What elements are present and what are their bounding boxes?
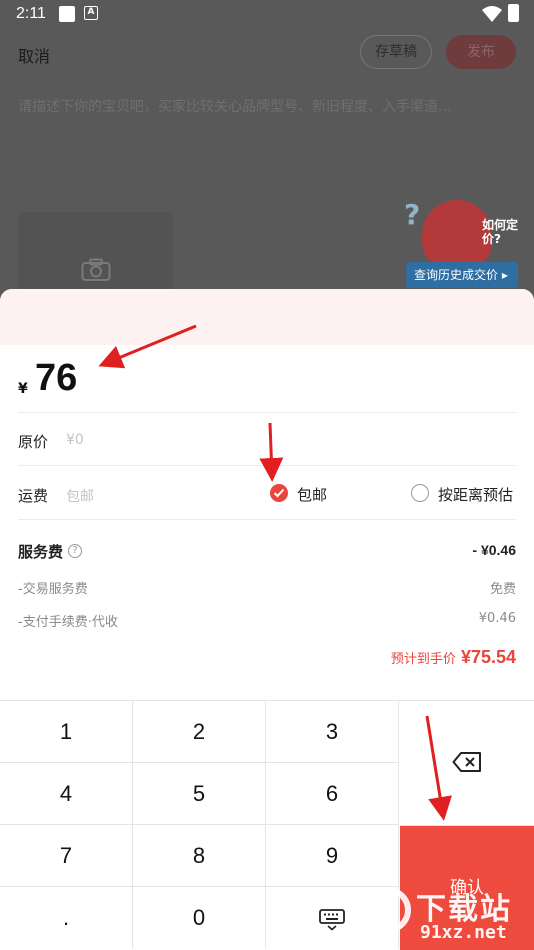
camera-icon (81, 258, 111, 281)
service-fee-title: 服务费 (18, 543, 64, 561)
key-5[interactable]: 5 (133, 763, 266, 825)
post-item-page: 2:11 A 取消 存草稿 发布 请描述下你的宝贝吧，买家比较关心品牌型号、新旧… (0, 0, 534, 300)
question-mark-icon: ? (404, 198, 421, 231)
price-history-button[interactable]: 查询历史成交价 ▸ (406, 262, 518, 288)
service-fee-total: - ¥0.46 (472, 542, 516, 558)
original-price-label: 原价 (18, 433, 49, 451)
key-4[interactable]: 4 (0, 763, 133, 825)
transaction-fee-label: -交易服务费 (18, 582, 88, 597)
key-7[interactable]: 7 (0, 825, 133, 887)
key-1[interactable]: 1 (0, 701, 133, 763)
free-shipping-label[interactable]: 包邮 (297, 484, 327, 505)
net-price-amount: ¥75.54 (460, 647, 516, 667)
key-3[interactable]: 3 (266, 701, 399, 763)
key-dot[interactable]: . (0, 887, 133, 949)
distance-estimate-radio[interactable] (411, 484, 429, 502)
status-bar: 2:11 A (0, 0, 534, 28)
notification-a-icon: A (84, 6, 98, 20)
price-value: 76 (35, 357, 78, 399)
shipping-label: 运费 (18, 487, 49, 505)
distance-estimate-label[interactable]: 按距离预估 (438, 484, 513, 505)
key-0[interactable]: 0 (133, 887, 266, 949)
payment-fee-value: ¥0.46 (478, 611, 516, 626)
divider (18, 412, 516, 413)
backspace-button[interactable] (400, 701, 534, 826)
description-input[interactable]: 请描述下你的宝贝吧，买家比较关心品牌型号、新旧程度、入手渠道... (18, 96, 518, 116)
battery-icon (508, 4, 519, 22)
currency-symbol: ¥ (18, 381, 28, 397)
divider (18, 465, 516, 466)
mascot-question: 如何定价? (482, 218, 519, 246)
original-price-input[interactable]: ¥0 (66, 432, 84, 448)
cancel-button[interactable]: 取消 (18, 43, 50, 67)
watermark-url: 91xz.net (420, 922, 507, 943)
wifi-icon (482, 6, 502, 22)
key-8[interactable]: 8 (133, 825, 266, 887)
backspace-icon (452, 752, 481, 772)
top-bar: 取消 存草稿 发布 (0, 32, 534, 74)
transaction-fee-value: 免费 (489, 582, 516, 597)
net-price-label: 预计到手价 (390, 652, 456, 667)
add-photo-button[interactable] (18, 212, 173, 300)
site-watermark: 下载站 91xz.net (362, 884, 532, 948)
free-shipping-radio[interactable] (270, 484, 288, 502)
net-price-row: 预计到手价 ¥75.54 (391, 647, 516, 668)
price-sheet: ¥ 76 原价 ¥0 运费 包邮 包邮 按距离预估 服务费 ? - ¥0.46 … (0, 289, 534, 950)
sheet-header (0, 289, 534, 345)
check-icon (273, 488, 285, 498)
key-6[interactable]: 6 (266, 763, 399, 825)
watermark-logo-icon (365, 887, 411, 946)
key-2[interactable]: 2 (133, 701, 266, 763)
payment-fee-label: -支付手续费·代收 (18, 615, 118, 630)
notification-icon (59, 6, 75, 22)
pricing-help-mascot[interactable]: ? 如何定价? 查询历史成交价 ▸ (404, 194, 522, 294)
save-draft-button[interactable]: 存草稿 (360, 35, 432, 69)
help-icon[interactable]: ? (68, 544, 82, 558)
price-input[interactable]: ¥ 76 (18, 357, 516, 407)
divider (18, 519, 516, 520)
status-time: 2:11 (16, 5, 46, 22)
publish-button[interactable]: 发布 (446, 35, 516, 69)
shipping-input[interactable]: 包邮 (66, 486, 94, 506)
key-9[interactable]: 9 (266, 825, 399, 887)
